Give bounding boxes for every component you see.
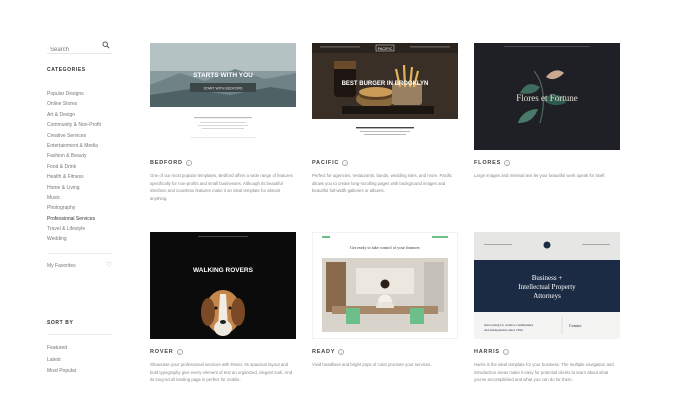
description-line: One of our most popular templates, Bedfo… (150, 173, 293, 178)
template-thumbnail-bedford[interactable]: STARTS WITH YOU START WITH BEDFORD (150, 43, 296, 150)
category-item-art-design[interactable]: Art & Design (47, 110, 112, 120)
search-field[interactable] (47, 38, 112, 58)
description-line: interface and countless features make it… (150, 188, 280, 194)
template-thumbnail-pacific[interactable]: PACIFIC BEST BURGER IN BROOKLYN (312, 43, 458, 150)
flores-overlay-title: Flores et Fortune (516, 93, 578, 103)
info-icon[interactable]: i (185, 160, 192, 166)
template-name-harris: HARRIS (474, 349, 500, 355)
sort-item-most-popular[interactable]: Most Popular (47, 366, 76, 378)
category-item-home-living[interactable]: Home & Living (47, 183, 112, 193)
harris-overlay-contact: Contact (569, 323, 582, 328)
category-item-food-drink[interactable]: Food & Drink (47, 162, 112, 172)
template-title-rover[interactable]: ROVER i (150, 348, 296, 356)
sort-item-featured[interactable]: Featured (47, 343, 76, 355)
description-line: you've accomplished and what you can do … (474, 377, 573, 383)
template-card-rover: WALKING ROVERS ROVER i Showcase your pro… (150, 232, 296, 384)
harris-overlay-sub-line-1: Advocating for creative communities (484, 323, 534, 327)
sidebar: CATEGORIES Popular Designs Online Stores… (47, 38, 112, 271)
template-card-ready: Get ready to take control of your financ… (312, 232, 458, 369)
template-title-harris[interactable]: HARRIS i (474, 348, 620, 356)
template-description-rover: Showcase your professional services with… (150, 361, 296, 384)
pacific-overlay-title: BEST BURGER IN BROOKLYN (342, 81, 429, 87)
template-title-pacific[interactable]: PACIFIC i (312, 159, 458, 167)
template-description-ready: Vivid headlines and bright pops of color… (312, 361, 458, 369)
harris-overlay-title-line-2: Intellectual Property (518, 283, 576, 291)
template-title-ready[interactable]: READY i (312, 348, 458, 356)
template-thumbnail-ready[interactable]: Get ready to take control of your financ… (312, 232, 458, 339)
info-icon[interactable]: i (502, 349, 509, 355)
description-line: bold typography give every element of te… (150, 369, 293, 375)
info-icon[interactable]: i (338, 349, 345, 355)
category-item-music[interactable]: Music (47, 193, 112, 203)
description-line: allows you to create long-scrolling page… (312, 180, 446, 186)
description-line: Vivid headlines and bright pops of color… (312, 362, 432, 367)
my-favorites-label: My Favorites (47, 262, 76, 269)
ready-overlay-title: Get ready to take control of your financ… (350, 245, 420, 250)
template-thumbnail-flores[interactable]: Flores et Fortune (474, 43, 620, 150)
template-name-pacific: PACIFIC (312, 160, 340, 166)
template-name-rover: ROVER (150, 349, 174, 355)
info-icon[interactable]: i (176, 349, 183, 355)
sidebar-divider (47, 252, 112, 254)
category-item-online-stores[interactable]: Online Stores (47, 99, 112, 109)
harris-overlay-title-line-3: Attorneys (533, 292, 561, 300)
sort-divider (47, 334, 112, 335)
template-thumbnail-rover[interactable]: WALKING ROVERS (150, 232, 296, 339)
harris-overlay-sub-line-2: and entrepreneurs since 1992. (484, 328, 524, 332)
template-title-bedford[interactable]: BEDFORD i (150, 159, 296, 167)
description-line: Perfect for agencies, restaurants, bands… (312, 173, 453, 178)
category-item-creative-services[interactable]: Creative Services (47, 131, 112, 141)
info-icon[interactable]: i (342, 160, 349, 166)
sort-item-latest[interactable]: Latest (47, 355, 76, 367)
template-card-flores: Flores et Fortune FLORES i Large images … (474, 43, 620, 180)
template-description-flores: Large images and minimal text let your b… (474, 172, 620, 180)
harris-overlay-title-line-1: Business + (532, 274, 563, 282)
template-description-pacific: Perfect for agencies, restaurants, bands… (312, 172, 458, 195)
category-item-fashion-beauty[interactable]: Fashion & Beauty (47, 151, 112, 161)
search-icon[interactable] (102, 41, 110, 49)
sort-by-heading: SORT BY (47, 320, 74, 326)
category-list: Popular Designs Online Stores Art & Desi… (47, 89, 112, 245)
template-name-bedford: BEDFORD (150, 160, 183, 166)
template-name-ready: READY (312, 349, 336, 355)
my-favorites-link[interactable]: My Favorites ♡ (47, 261, 112, 271)
description-line: introduction areas make it easy for pote… (474, 369, 609, 375)
description-line: its long-scroll landing page is perfect … (150, 377, 241, 383)
rover-overlay-title: WALKING ROVERS (193, 267, 254, 274)
description-line: Showcase your professional services with… (150, 362, 289, 367)
template-description-bedford: One of our most popular templates, Bedfo… (150, 172, 296, 202)
template-card-bedford: STARTS WITH YOU START WITH BEDFORD BEDFO… (150, 43, 296, 202)
template-card-harris: Business + Intellectual Property Attorne… (474, 232, 620, 384)
sort-list: Featured Latest Most Popular (47, 343, 76, 378)
category-item-wedding[interactable]: Wedding (47, 234, 112, 244)
category-item-entertainment-media[interactable]: Entertainment & Media (47, 141, 112, 151)
description-line: beautiful full-width galleries or albums… (312, 188, 385, 194)
category-item-health-fitness[interactable]: Health & Fitness (47, 172, 112, 182)
category-item-photography[interactable]: Photography (47, 203, 112, 213)
bedford-overlay-button: START WITH BEDFORD (203, 86, 243, 90)
categories-heading: CATEGORIES (47, 67, 86, 73)
category-item-community-non-profit[interactable]: Community & Non-Profit (47, 120, 112, 130)
category-item-professional-services[interactable]: Professional Services (47, 214, 112, 224)
search-input[interactable] (47, 42, 99, 58)
template-card-pacific: PACIFIC BEST BURGER IN BROOKLYN PACIFIC … (312, 43, 458, 195)
description-line: Harris is the ideal template for your bu… (474, 362, 614, 367)
description-line: Large images and minimal text let your b… (474, 173, 606, 178)
template-name-flores: FLORES (474, 160, 502, 166)
pacific-logo: PACIFIC (378, 47, 393, 51)
info-icon[interactable]: i (504, 160, 511, 166)
template-title-flores[interactable]: FLORES i (474, 159, 620, 167)
description-line: anything. (150, 195, 168, 201)
category-item-popular-designs[interactable]: Popular Designs (47, 89, 112, 99)
bedford-overlay-title: STARTS WITH YOU (193, 72, 253, 79)
category-item-travel-lifestyle[interactable]: Travel & Lifestyle (47, 224, 112, 234)
template-thumbnail-harris[interactable]: Business + Intellectual Property Attorne… (474, 232, 620, 339)
template-description-harris: Harris is the ideal template for your bu… (474, 361, 620, 384)
description-line: specifically for non-profits and small b… (150, 180, 283, 186)
heart-icon: ♡ (105, 261, 112, 269)
